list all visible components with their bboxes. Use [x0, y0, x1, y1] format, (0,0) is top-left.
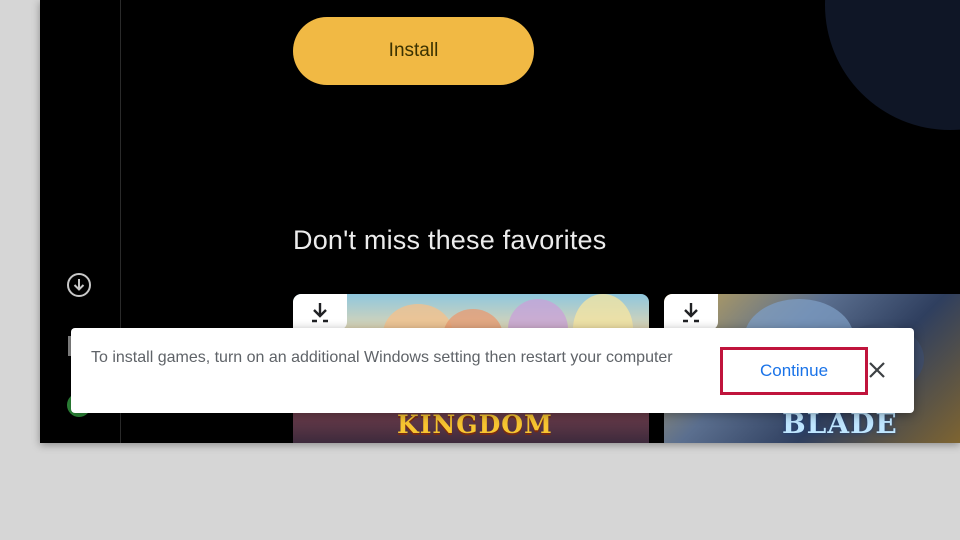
background-orb [825, 0, 960, 130]
download-button[interactable] [293, 294, 347, 330]
download-button[interactable] [664, 294, 718, 330]
download-icon [683, 303, 699, 323]
toast-message: To install games, turn on an additional … [91, 349, 673, 366]
continue-button[interactable]: Continue [720, 347, 868, 395]
download-icon [312, 303, 328, 323]
close-icon [869, 362, 885, 378]
download-circle-icon[interactable] [66, 272, 92, 298]
setting-notification-toast: To install games, turn on an additional … [71, 328, 914, 413]
section-title: Don't miss these favorites [293, 225, 607, 255]
install-button[interactable]: Install [293, 17, 534, 85]
game-logo: KINGDOM [397, 410, 553, 439]
close-button[interactable] [864, 357, 890, 383]
